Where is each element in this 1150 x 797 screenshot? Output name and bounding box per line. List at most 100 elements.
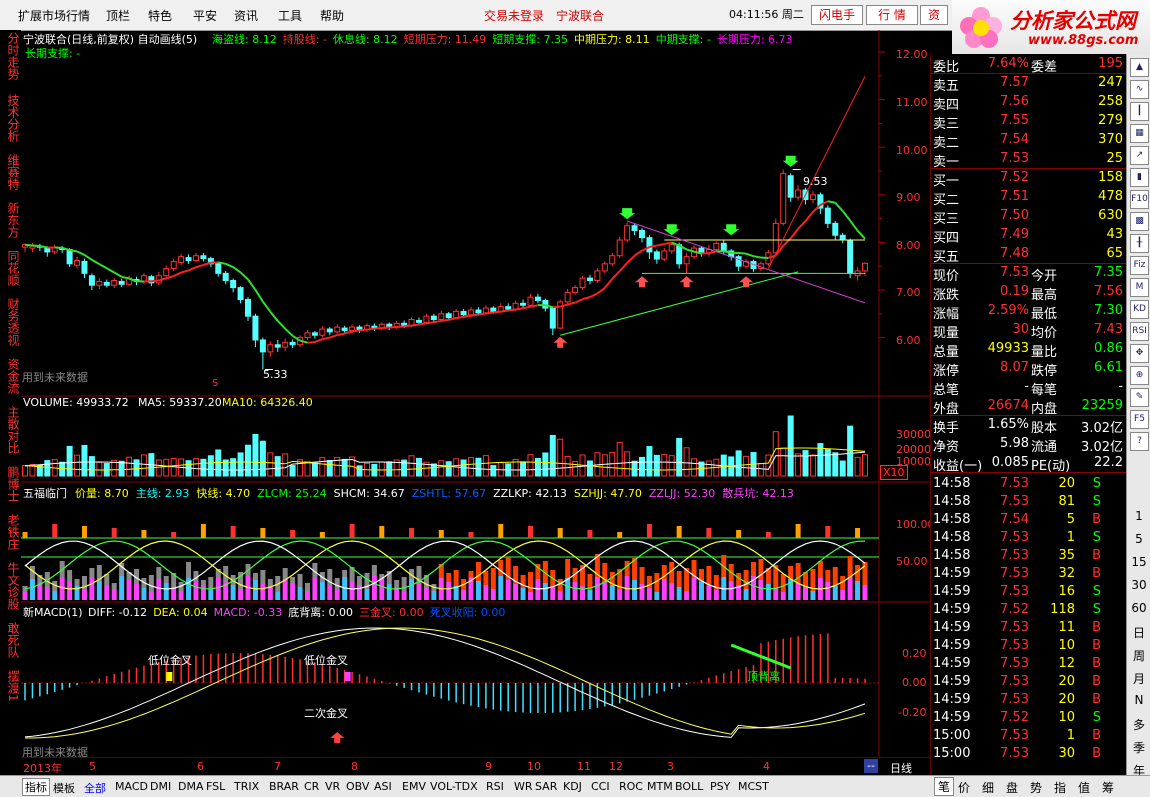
left-tab-main-retail[interactable]: 主散对比	[3, 406, 19, 454]
move-icon[interactable]: ✥	[1130, 344, 1149, 363]
rsi-icon[interactable]: RSI	[1130, 322, 1149, 341]
indicator-tab[interactable]: WR	[514, 780, 533, 793]
indicator-tab[interactable]: 模板	[53, 780, 75, 796]
indicator-tab[interactable]: MCST	[738, 780, 769, 793]
left-tab-niuwen[interactable]: 牛文诊股	[3, 562, 19, 610]
period-button[interactable]: 15	[1127, 555, 1150, 569]
quote-tab[interactable]: 价	[958, 779, 970, 796]
period-button[interactable]: 60	[1127, 601, 1150, 615]
macd-tick: 0.20	[902, 647, 927, 660]
info-button[interactable]: 资	[920, 5, 948, 25]
indicator-tab[interactable]: 指标	[22, 778, 50, 796]
left-tab-technical[interactable]: 技术分析	[3, 94, 19, 142]
f5-icon[interactable]: F5	[1130, 410, 1149, 429]
quote-tab[interactable]: 势	[1030, 779, 1042, 796]
fiz-icon[interactable]: Fiz	[1130, 256, 1149, 275]
pen-icon[interactable]: ✎	[1130, 388, 1149, 407]
menu-item-tools[interactable]: 工具	[278, 7, 302, 24]
flash-trade-button[interactable]: 闪电手	[811, 5, 863, 25]
indicator-tab[interactable]: EMV	[402, 780, 426, 793]
quote-tab[interactable]: 筹	[1102, 779, 1114, 796]
ma-line-segment	[553, 307, 560, 308]
quote-tab[interactable]: 指	[1054, 779, 1066, 796]
sell-volume: 279	[1098, 113, 1123, 128]
indicator-tab[interactable]: BOLL	[675, 780, 703, 793]
indicator-tab[interactable]: MACD	[115, 780, 148, 793]
trend-icon[interactable]: ↗	[1130, 146, 1149, 165]
period-button[interactable]: 季	[1127, 739, 1150, 756]
indicator-tab[interactable]: CR	[304, 780, 319, 793]
quote-row: 14:597.52118S	[931, 600, 1127, 619]
help-icon[interactable]: ?	[1130, 432, 1149, 451]
indicator-value: 长期压力: 6.73	[717, 33, 793, 46]
menu-item-help[interactable]: 帮助	[320, 7, 344, 24]
indicator-tab[interactable]: FSL	[206, 780, 225, 793]
quote-button[interactable]: 行 情	[866, 5, 918, 25]
indicator-tab[interactable]: ASI	[374, 780, 392, 793]
trade-time: 14:58	[933, 548, 970, 563]
kline-icon[interactable]: ┃	[1130, 102, 1149, 121]
left-tab-intraday[interactable]: 分时走势	[3, 32, 19, 80]
f10-icon[interactable]: F10	[1130, 190, 1149, 209]
quote-row: 买二7.51478	[931, 187, 1127, 206]
left-tab-tonghuashun[interactable]: 同花顺	[3, 250, 19, 286]
left-tab-weisaite[interactable]: 维赛特	[3, 154, 19, 190]
indicator-tab[interactable]: PSY	[710, 780, 730, 793]
menu-item-news[interactable]: 资讯	[234, 7, 258, 24]
scroll-left-button[interactable]: --	[864, 759, 878, 773]
period-button[interactable]: 周	[1127, 647, 1150, 664]
period-button[interactable]: 月	[1127, 670, 1150, 687]
arrow-up-icon[interactable]: ▲	[1130, 58, 1149, 77]
indicator-tab[interactable]: RSI	[486, 780, 504, 793]
quote-row: 净资5.98流通3.02亿	[931, 434, 1127, 453]
indicator-tab[interactable]: VR	[325, 780, 340, 793]
indicator-tab[interactable]: BRAR	[269, 780, 299, 793]
kd-icon[interactable]: KD	[1130, 300, 1149, 319]
left-tab-baidu[interactable]: 摆渡1	[3, 670, 19, 702]
period-label[interactable]: 日线	[890, 760, 912, 776]
table-icon[interactable]: ▦	[1130, 124, 1149, 143]
left-tab-pengboshi[interactable]: 鹏博士	[3, 466, 19, 502]
indicator-tab[interactable]: DMI	[150, 780, 171, 793]
period-button[interactable]: 30	[1127, 578, 1150, 592]
login-status[interactable]: 交易未登录	[484, 7, 544, 24]
period-button[interactable]: 1	[1127, 509, 1150, 523]
zoom-icon[interactable]: ⊕	[1130, 366, 1149, 385]
bars-icon[interactable]: ▮	[1130, 168, 1149, 187]
indicator-tab[interactable]: VOL-TDX	[430, 780, 478, 793]
indicator-tab[interactable]: OBV	[346, 780, 369, 793]
ma-line-segment	[828, 201, 835, 202]
indicator-tab[interactable]: DMA	[178, 780, 204, 793]
indicator-tab[interactable]: CCI	[591, 780, 610, 793]
chart-canvas[interactable]	[21, 30, 930, 757]
menu-item-top-bar[interactable]: 顶栏	[106, 7, 130, 24]
line-chart-icon[interactable]: ∿	[1130, 80, 1149, 99]
indicator-tab[interactable]: KDJ	[563, 780, 582, 793]
left-tab-laotiezhuang[interactable]: 老铁庄	[3, 514, 19, 550]
period-button[interactable]: 日	[1127, 624, 1150, 641]
quote-tab[interactable]: 盘	[1006, 779, 1018, 796]
indicator-tab[interactable]: ROC	[619, 780, 643, 793]
left-tab-xindongfang[interactable]: 新东方	[3, 202, 19, 238]
left-tab-fund-flow[interactable]: 资金流	[3, 358, 19, 394]
left-tab-gansidui[interactable]: 敢死队	[3, 622, 19, 658]
candle-icon[interactable]: ╂	[1130, 234, 1149, 253]
indicator-tab[interactable]: MTM	[647, 780, 673, 793]
quote-tab[interactable]: 细	[982, 779, 994, 796]
volume-bar	[535, 458, 540, 476]
quote-tab[interactable]: 值	[1078, 779, 1090, 796]
period-button[interactable]: 多	[1127, 716, 1150, 733]
grid-icon[interactable]: ▩	[1130, 212, 1149, 231]
trade-time: 14:59	[933, 674, 970, 689]
indicator-tab[interactable]: TRIX	[234, 780, 259, 793]
menu-item-features[interactable]: 特色	[148, 7, 172, 24]
left-tab-finance[interactable]: 财务透视	[3, 298, 19, 346]
menu-item-extended-market[interactable]: 扩展市场行情	[18, 7, 90, 24]
macd-icon[interactable]: M	[1130, 278, 1149, 297]
indicator-tab[interactable]: SAR	[535, 780, 557, 793]
quote-tab[interactable]: 笔	[934, 777, 954, 796]
menu-item-pingan[interactable]: 平安	[193, 7, 217, 24]
period-button[interactable]: N	[1127, 693, 1150, 707]
period-button[interactable]: 5	[1127, 532, 1150, 546]
indicator-tab[interactable]: 全部	[84, 780, 106, 796]
